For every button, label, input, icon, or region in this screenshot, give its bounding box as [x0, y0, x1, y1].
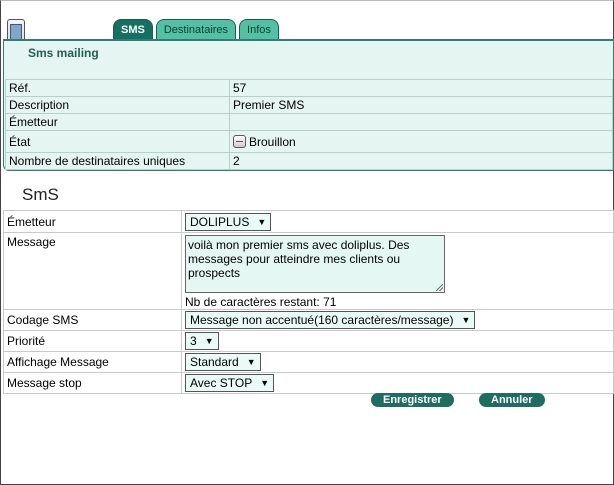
display-label: Affichage Message	[3, 351, 182, 373]
draft-status-icon	[233, 134, 246, 148]
remaining-chars: Nb de caractères restant: 71	[185, 295, 337, 309]
info-label: Nombre de destinataires uniques	[5, 152, 230, 170]
sender-value: DOLIPLUS	[190, 214, 250, 229]
encoding-value: Message non accentué(160 caractères/mess…	[190, 313, 454, 327]
message-label: Message	[3, 232, 182, 310]
tab-bar: SMS Destinataires Infos	[113, 19, 279, 39]
info-label: Émetteur	[5, 113, 230, 131]
chevron-down-icon: ▼	[257, 216, 267, 227]
priority-select[interactable]: 3 ▼	[185, 332, 219, 350]
message-text: voilà mon premier sms avec doliplus. Des…	[188, 238, 410, 280]
stop-label: Message stop	[3, 372, 182, 394]
stop-value: Avec STOP	[190, 376, 253, 390]
info-row-state: État Brouillon	[5, 130, 613, 153]
info-row-ref: Réf. 57	[5, 79, 613, 97]
sender-cell: DOLIPLUS ▼	[181, 210, 614, 233]
tab-destinataires[interactable]: Destinataires	[155, 19, 237, 39]
tab-infos[interactable]: Infos	[239, 19, 279, 39]
tab-sms[interactable]: SMS	[113, 19, 153, 39]
form-row-encoding: Codage SMS Message non accentué(160 cara…	[3, 309, 614, 331]
form-row-sender: Émetteur DOLIPLUS ▼	[3, 210, 614, 233]
display-cell: Standard ▼	[181, 351, 614, 373]
info-value: 2	[229, 152, 613, 170]
stop-cell: Avec STOP ▼	[181, 372, 614, 394]
sms-section-title: SmS	[22, 185, 59, 204]
info-value: Brouillon	[229, 130, 613, 153]
info-value	[229, 113, 613, 131]
form-row-priority: Priorité 3 ▼	[3, 330, 614, 352]
info-row-description: Description Premier SMS	[5, 96, 613, 114]
encoding-label: Codage SMS	[3, 309, 182, 331]
mailing-info-table: Réf. 57 Description Premier SMS Émetteur…	[5, 79, 613, 170]
priority-value: 3	[190, 334, 197, 348]
form-row-stop: Message stop Avec STOP ▼	[3, 372, 614, 394]
display-value: Standard	[190, 355, 239, 369]
encoding-select[interactable]: Message non accentué(160 caractères/mess…	[185, 311, 476, 329]
sms-form-table: Émetteur DOLIPLUS ▼ Message voilà mon pre…	[3, 210, 614, 394]
form-row-message: Message voilà mon premier sms avec dolip…	[3, 232, 614, 310]
encoding-cell: Message non accentué(160 caractères/mess…	[181, 309, 614, 331]
stop-select[interactable]: Avec STOP ▼	[185, 374, 275, 392]
priority-label: Priorité	[3, 330, 182, 352]
info-row-sender: Émetteur	[5, 113, 613, 131]
cancel-button[interactable]: Annuler	[479, 393, 545, 407]
message-textarea[interactable]: voilà mon premier sms avec doliplus. Des…	[185, 235, 445, 293]
priority-cell: 3 ▼	[181, 330, 614, 352]
info-label: Réf.	[5, 79, 230, 97]
chevron-down-icon: ▼	[461, 315, 471, 325]
resize-grip-icon[interactable]	[436, 284, 443, 291]
mailing-title: Sms mailing	[28, 46, 99, 60]
chevron-down-icon: ▼	[260, 378, 270, 388]
info-label: Description	[5, 96, 230, 114]
info-row-recipients: Nombre de destinataires uniques 2	[5, 152, 613, 170]
sender-select[interactable]: DOLIPLUS ▼	[185, 212, 272, 231]
chevron-down-icon: ▼	[246, 357, 256, 367]
info-value: Premier SMS	[229, 96, 613, 114]
status-text: Brouillon	[249, 134, 296, 149]
chevron-down-icon: ▼	[204, 336, 214, 346]
message-cell: voilà mon premier sms avec doliplus. Des…	[181, 232, 614, 310]
info-label: État	[5, 130, 230, 153]
display-select[interactable]: Standard ▼	[185, 353, 261, 371]
sender-label: Émetteur	[3, 210, 182, 233]
info-value: 57	[229, 79, 613, 97]
save-button[interactable]: Enregistrer	[371, 393, 454, 407]
form-row-display: Affichage Message Standard ▼	[3, 351, 614, 373]
